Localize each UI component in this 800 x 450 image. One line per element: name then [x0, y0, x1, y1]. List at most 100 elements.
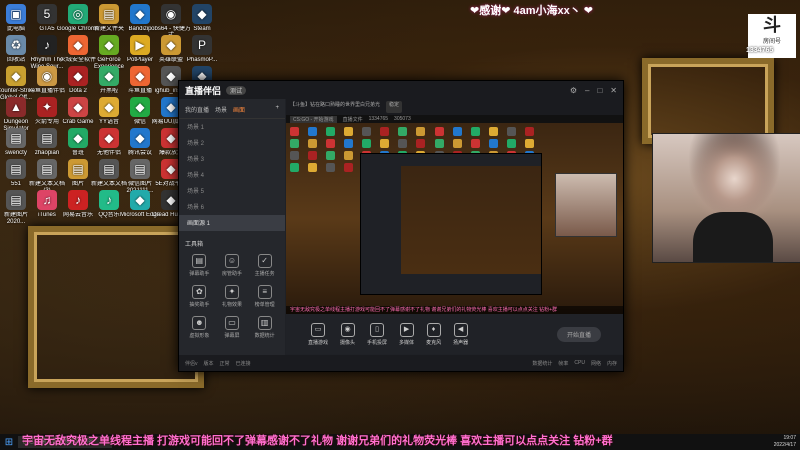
stream-preview[interactable]: 【斗鱼】钻在路口熟睡的世界里白兄弟光 稳定 CS:GO - 开始游戏 直播文件 … [286, 99, 623, 314]
monitor-icon: ▭ [311, 322, 325, 337]
tool-label: 抽奖助手 [189, 302, 210, 308]
close-icon[interactable]: ✕ [610, 86, 617, 95]
mini-desktop-icon [326, 151, 336, 160]
tab-scene[interactable]: 场景 [215, 105, 227, 114]
desktop-icon-label: PhasmoP... [186, 57, 218, 63]
app-icon: ◉ [161, 4, 181, 24]
button-label: 扬声器 [453, 339, 469, 346]
app-icon: ♪ [68, 190, 88, 210]
speaker-button[interactable]: ◀ 扬声器 [453, 322, 469, 346]
mini-desktop-icon [362, 139, 372, 148]
mini-desktop-icon [452, 139, 462, 148]
app-icon: ▲ [6, 97, 26, 117]
scene-item[interactable]: 场景 3 [179, 151, 285, 167]
start-live-button[interactable]: 开始直播 [556, 326, 601, 342]
tool-label: 虚拟形象 [189, 333, 210, 339]
scene-item[interactable]: 场景 5 [179, 183, 285, 199]
tool-avatar[interactable]: ☻ 虚拟形象 [183, 316, 216, 339]
app-icon: ◆ [130, 190, 150, 210]
add-icon[interactable]: + [275, 105, 279, 114]
mini-desktop-icon [326, 139, 336, 148]
mini-desktop-icon [326, 127, 336, 136]
app-icon: ◆ [192, 4, 212, 24]
taskbar-clock[interactable]: 19:07 2022/4/17 [774, 435, 796, 449]
tool-lottery[interactable]: ✿ 抽奖助手 [183, 285, 216, 308]
microphone-button[interactable]: ♦ 麦克风 [426, 322, 441, 346]
task-icon: ✓ [257, 254, 272, 268]
add-phone-button[interactable]: ▯ 手机投屏 [367, 322, 387, 346]
tab-my-live[interactable]: 我的直播 [185, 105, 209, 114]
status-item: 版本 [203, 360, 214, 367]
app-icon: ♫ [37, 190, 57, 210]
app-icon: ◆ [161, 35, 181, 55]
app-icon: ◆ [6, 66, 26, 86]
app-icon: ♻ [6, 35, 26, 55]
user-icon: ☺ [224, 254, 239, 268]
scene-item[interactable]: 场景 4 [179, 167, 285, 183]
app-icon: ✦ [37, 97, 57, 117]
play-icon: ▶ [399, 322, 414, 337]
room-label: 房间号 [762, 39, 781, 45]
app-logo: 直播伴侣 [185, 85, 222, 96]
face-icon: ☻ [192, 316, 207, 330]
mini-desktop-icon [506, 139, 516, 148]
mini-desktop-icon [380, 139, 390, 148]
add-media-button[interactable]: ▶ 多媒体 [399, 322, 415, 346]
status-item: 帧率 [558, 360, 569, 367]
tab-canvas[interactable]: 画面 [233, 105, 245, 114]
tool-stats[interactable]: ▥ 数据统计 [248, 316, 281, 339]
windows-start-icon[interactable]: ⊞ [0, 437, 18, 448]
mini-desktop-icon [326, 163, 336, 172]
mini-desktop-icon [398, 127, 408, 136]
settings-icon[interactable]: ⚙ [570, 86, 577, 95]
tool-room-admin[interactable]: ☺ 房管助手 [216, 254, 249, 277]
tool-rank[interactable]: ≡ 榜单管理 [248, 285, 281, 308]
mini-desktop-icon [344, 163, 354, 172]
preview-desktop-capture: 宇宙无敌究极之单线程主播打游戏可能回不了弹幕感谢不了礼物 谢谢兄弟们的礼物荧光棒… [286, 123, 623, 314]
scene-item[interactable]: 场景 1 [179, 119, 285, 135]
preview-webcam [555, 173, 617, 237]
minimize-icon[interactable]: – [585, 86, 589, 95]
tool-danmaku[interactable]: ▤ 弹幕助手 [183, 254, 216, 277]
tool-danmaku-screen[interactable]: ▭ 弹幕屏 [216, 316, 249, 339]
scene-item-selected[interactable]: 画面源 1 [179, 215, 285, 231]
mini-desktop-icon [470, 139, 480, 148]
app-icon: ♪ [99, 190, 119, 210]
maximize-icon[interactable]: □ [597, 86, 602, 95]
screen-icon: ▭ [224, 316, 239, 330]
chart-icon: ▥ [257, 316, 272, 330]
app-icon: ◆ [68, 66, 88, 86]
phone-icon: ▯ [370, 322, 385, 337]
button-label: 多媒体 [399, 339, 415, 346]
desktop-icon[interactable]: P PhasmoP... [180, 35, 224, 64]
app-icon: ◆ [130, 4, 150, 24]
mini-desktop-icon [380, 127, 390, 136]
preview-tag: 稳定 [386, 101, 403, 113]
preview-ticker: 宇宙无敌究极之单线程主播打游戏可能回不了弹幕感谢不了礼物 谢谢兄弟们的礼物荧光棒… [286, 306, 623, 314]
app-icon: ▤ [99, 4, 119, 24]
mini-desktop-icon [434, 139, 444, 148]
logo-mark: 斗 [763, 15, 781, 35]
app-icon: ◆ [130, 128, 150, 148]
scene-item[interactable]: 场景 2 [179, 135, 285, 151]
app-icon: ◆ [99, 128, 119, 148]
scene-panel: 我的直播 场景 画面 + 场景 1 场景 2 场景 3 场景 4 场景 5 场景… [179, 99, 285, 355]
desktop-icon[interactable]: ◆ Steam [180, 4, 224, 33]
app-icon: ▤ [37, 128, 57, 148]
tool-gift-effect[interactable]: ✦ 礼物效果 [216, 285, 249, 308]
desktop-icon-label: Steam [193, 26, 211, 32]
add-camera-button[interactable]: ◉ 摄像头 [340, 322, 356, 346]
mini-desktop-icon [488, 127, 498, 136]
tool-tasks[interactable]: ✓ 主播任务 [248, 254, 281, 277]
scene-item[interactable]: 场景 6 [179, 199, 285, 215]
tool-label: 榜单管理 [254, 302, 275, 308]
app-icon: ♪ [37, 35, 57, 55]
mini-desktop-icon [290, 127, 299, 136]
app-icon: ▤ [99, 159, 119, 179]
status-item: 正常 [219, 360, 230, 367]
add-game-button[interactable]: ▭ 直播游戏 [308, 322, 328, 346]
button-label: 摄像头 [340, 339, 356, 346]
sparkle-icon: ✦ [224, 285, 239, 299]
tool-label: 弹幕助手 [189, 271, 210, 277]
app-badge: 测试 [226, 85, 247, 95]
